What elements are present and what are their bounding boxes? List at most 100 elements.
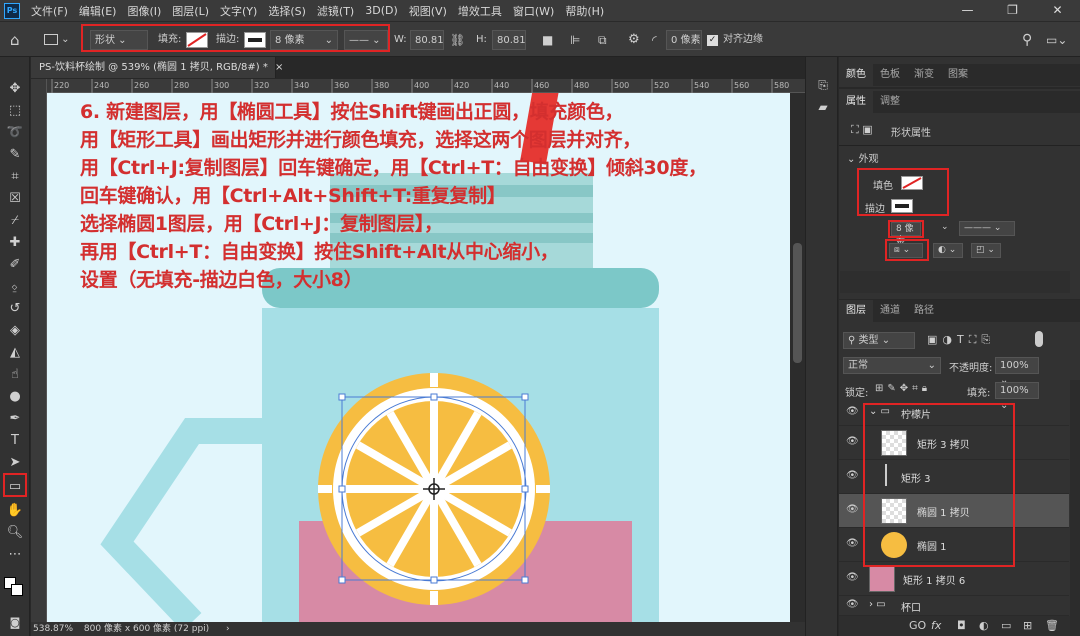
tool-preset-picker[interactable]: ⌄ [44, 30, 70, 50]
layer-group-cup-mouth[interactable]: 👁︎ › ▭ 杯口 [839, 596, 1069, 616]
paint-bucket-icon[interactable]: ◭ [4, 343, 26, 363]
opacity-input[interactable]: 100% ⌄ [995, 357, 1039, 386]
height-input[interactable]: 80.81 像 [492, 30, 526, 50]
zoom-level[interactable]: 538.87% [33, 624, 73, 634]
filter-toggle[interactable] [1035, 331, 1043, 347]
healing-tool-icon[interactable]: ✚ [4, 233, 26, 253]
menu-window[interactable]: 窗口(W) [513, 3, 554, 19]
document-tab[interactable]: PS-饮料杯绘制 @ 539% (椭圆 1 拷贝, RGB/8#) * × [31, 57, 283, 78]
comments-panel-icon[interactable]: ▰ [812, 97, 834, 117]
layers-scrollbar[interactable] [1070, 380, 1080, 636]
tab-patterns[interactable]: 图案 [941, 64, 975, 86]
pen-tool-icon[interactable]: ✒ [4, 409, 26, 429]
menu-edit[interactable]: 编辑(E) [79, 3, 117, 19]
trash-icon[interactable]: 🗑︎ [1045, 616, 1059, 636]
type-tool-icon[interactable]: T [4, 431, 26, 451]
stroke-type-select[interactable]: ——— ⌄ [959, 221, 1015, 236]
restore-button[interactable]: ❐ [990, 0, 1035, 21]
size-dropdown-arrow[interactable]: ⌄ [941, 222, 949, 232]
eye-icon[interactable]: 👁︎ [846, 470, 859, 481]
menu-select[interactable]: 选择(S) [268, 3, 306, 19]
search-icon[interactable]: ⚲ [1022, 30, 1032, 50]
quick-select-tool-icon[interactable]: ✎ [4, 145, 26, 165]
close-window-button[interactable]: ✕ [1035, 0, 1080, 21]
gear-icon[interactable]: ⚙ [628, 30, 640, 50]
eyedropper-tool-icon[interactable]: ⌿ [4, 211, 26, 231]
history-brush-icon[interactable]: ↺ [4, 299, 26, 319]
status-expand-icon[interactable]: › [226, 624, 230, 634]
path-arrangement-icon[interactable]: ⧉ [598, 30, 607, 50]
background-color-swatch[interactable] [11, 584, 23, 596]
folder-icon[interactable]: ▭ [1001, 616, 1011, 636]
new-layer-icon[interactable]: ⊞ [1023, 616, 1032, 636]
frame-tool-icon[interactable]: ☒ [4, 189, 26, 209]
lock-icons[interactable]: ⊞✎✥⌗🔒︎ [875, 383, 931, 394]
tab-channels[interactable]: 通道 [873, 300, 907, 322]
tab-adjustments[interactable]: 调整 [873, 91, 907, 113]
menu-layer[interactable]: 图层(L) [172, 3, 209, 19]
brush-tool-icon[interactable]: ✐ [4, 255, 26, 275]
stroke-corners-select[interactable]: ◰ ⌄ [971, 243, 1001, 258]
corner-radius-input[interactable]: 0 像素 [666, 30, 702, 50]
menu-view[interactable]: 视图(V) [409, 3, 447, 19]
path-select-tool-icon[interactable]: ➤ [4, 453, 26, 473]
menu-bar: Ps 文件(F) 编辑(E) 图像(I) 图层(L) 文字(Y) 选择(S) 滤… [0, 0, 1080, 21]
crop-tool-icon[interactable]: ⌗ [4, 167, 26, 187]
filter-icons[interactable]: ▣◑T⛶⎘ [927, 333, 995, 347]
menu-file[interactable]: 文件(F) [31, 3, 68, 19]
mask-icon[interactable]: ◘ [957, 616, 966, 636]
canvas[interactable]: 6. 新建图层，用【椭圆工具】按住Shift键画出正圆，填充颜色， 用【矩形工具… [47, 93, 790, 622]
more-tools-icon[interactable]: ⋯ [4, 545, 26, 565]
stamp-tool-icon[interactable]: ⍚ [4, 277, 26, 297]
stroke-caps-select[interactable]: ◐ ⌄ [933, 243, 963, 258]
tab-swatches[interactable]: 色板 [873, 64, 907, 86]
tab-paths[interactable]: 路径 [907, 300, 941, 322]
width-input[interactable]: 80.81 像 [410, 30, 444, 50]
menu-filter[interactable]: 滤镜(T) [317, 3, 354, 19]
eye-icon[interactable]: 👁︎ [846, 599, 859, 610]
move-tool-icon[interactable]: ✥ [4, 79, 26, 99]
path-operations-icon[interactable]: ■ [542, 30, 553, 50]
group-collapse-icon[interactable]: › ▭ [869, 599, 886, 610]
history-panel-icon[interactable]: ⎘ [812, 75, 834, 95]
appearance-header[interactable]: ⌄ 外观 [847, 150, 879, 165]
minimize-button[interactable]: — [945, 0, 990, 21]
eye-icon[interactable]: 👁︎ [846, 572, 859, 583]
quick-mask-icon[interactable]: ◙ [4, 613, 26, 633]
eye-icon[interactable]: 👁︎ [846, 436, 859, 447]
eye-icon[interactable]: 👁︎ [846, 538, 859, 549]
menu-image[interactable]: 图像(I) [127, 3, 161, 19]
fx-icon[interactable]: fx [931, 616, 941, 636]
hand-tool-icon[interactable]: ✋ [4, 501, 26, 521]
smudge-tool-icon[interactable]: ☝ [4, 365, 26, 385]
scroll-thumb[interactable] [793, 243, 802, 363]
lasso-tool-icon[interactable]: ➰ [4, 123, 26, 143]
eraser-tool-icon[interactable]: ◈ [4, 321, 26, 341]
menu-type[interactable]: 文字(Y) [220, 3, 257, 19]
eye-icon[interactable]: 👁︎ [846, 406, 859, 417]
tab-color[interactable]: 颜色 [839, 64, 873, 86]
menu-plugins[interactable]: 增效工具 [458, 3, 502, 19]
fill-opacity-input[interactable]: 100% ⌄ [995, 382, 1039, 411]
tab-properties[interactable]: 属性 [839, 91, 873, 113]
tab-close-icon[interactable]: × [275, 62, 283, 73]
adjustment-icon[interactable]: ◐ [979, 616, 989, 636]
align-edges-checkbox[interactable]: ✓ [707, 35, 718, 46]
dodge-tool-icon[interactable]: ● [4, 387, 26, 407]
layer-rect1-copy6[interactable]: 👁︎ 矩形 1 拷贝 6 [839, 562, 1069, 596]
link-icon[interactable]: ⛓ [450, 30, 465, 50]
eye-icon[interactable]: 👁︎ [846, 504, 859, 515]
path-alignment-icon[interactable]: ⊫ [570, 30, 580, 50]
vertical-scrollbar[interactable] [790, 93, 805, 622]
home-icon[interactable]: ⌂ [10, 30, 20, 50]
zoom-tool-icon[interactable]: 🔍︎ [4, 523, 26, 543]
menu-3d[interactable]: 3D(D) [365, 4, 398, 17]
tab-layers[interactable]: 图层 [839, 300, 873, 322]
link-layers-icon[interactable]: GO [909, 616, 926, 636]
workspace-icon[interactable]: ▭⌄ [1046, 30, 1067, 50]
layer-kind-filter[interactable]: ⚲ 类型 ⌄ [843, 332, 915, 349]
menu-help[interactable]: 帮助(H) [565, 3, 604, 19]
marquee-tool-icon[interactable]: ⬚ [4, 101, 26, 121]
blend-mode-select[interactable]: 正常 ⌄ [843, 357, 941, 374]
tab-gradients[interactable]: 渐变 [907, 64, 941, 86]
